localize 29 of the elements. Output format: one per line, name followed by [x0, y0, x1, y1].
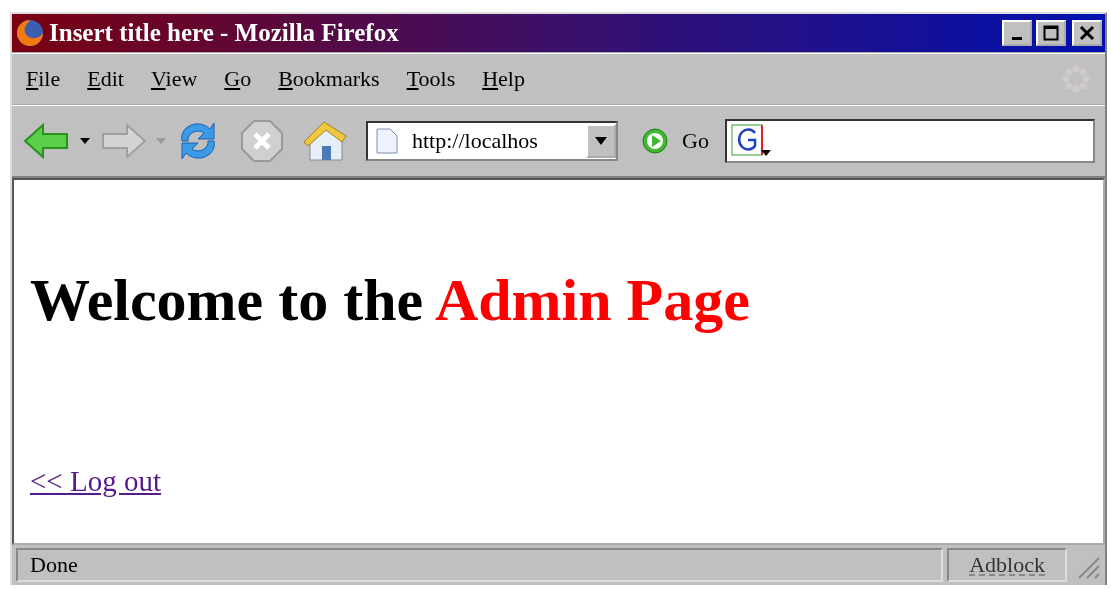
close-icon	[1079, 25, 1095, 41]
logout-link[interactable]: << Log out	[30, 465, 161, 498]
menu-item[interactable]: Edit	[87, 66, 138, 92]
menu-item[interactable]: Bookmarks	[278, 66, 394, 92]
address-input[interactable]: http://localhos	[412, 128, 582, 154]
menu-item[interactable]: View	[150, 66, 212, 92]
browser-logo-icon	[15, 18, 45, 48]
menu-item[interactable]: File	[26, 66, 75, 92]
menu-item[interactable]: Help	[482, 66, 539, 92]
caret-icon	[595, 137, 607, 145]
search-field[interactable]	[724, 119, 1095, 163]
stop-button[interactable]	[240, 119, 284, 163]
maximize-button[interactable]	[1036, 20, 1066, 46]
page-icon	[376, 128, 398, 154]
page-heading: Welcome to the Admin Page	[30, 266, 751, 335]
minimize-icon	[1012, 36, 1022, 40]
status-text: Done	[16, 548, 944, 582]
minimize-button[interactable]	[1002, 20, 1032, 46]
address-bar[interactable]: http://localhos	[366, 121, 618, 161]
caret-icon[interactable]	[80, 138, 90, 144]
menu-item[interactable]: Tools	[406, 66, 470, 92]
adblock-button[interactable]: Adblock	[947, 548, 1067, 582]
window-title: Insert title here - Mozilla Firefox	[49, 19, 400, 47]
go-icon	[642, 128, 668, 154]
menu-item[interactable]: Go	[224, 66, 266, 92]
go-button[interactable]: Go	[626, 128, 717, 154]
dropdown-button[interactable]	[586, 124, 616, 158]
close-button[interactable]	[1072, 20, 1102, 46]
maximize-icon	[1043, 25, 1059, 41]
